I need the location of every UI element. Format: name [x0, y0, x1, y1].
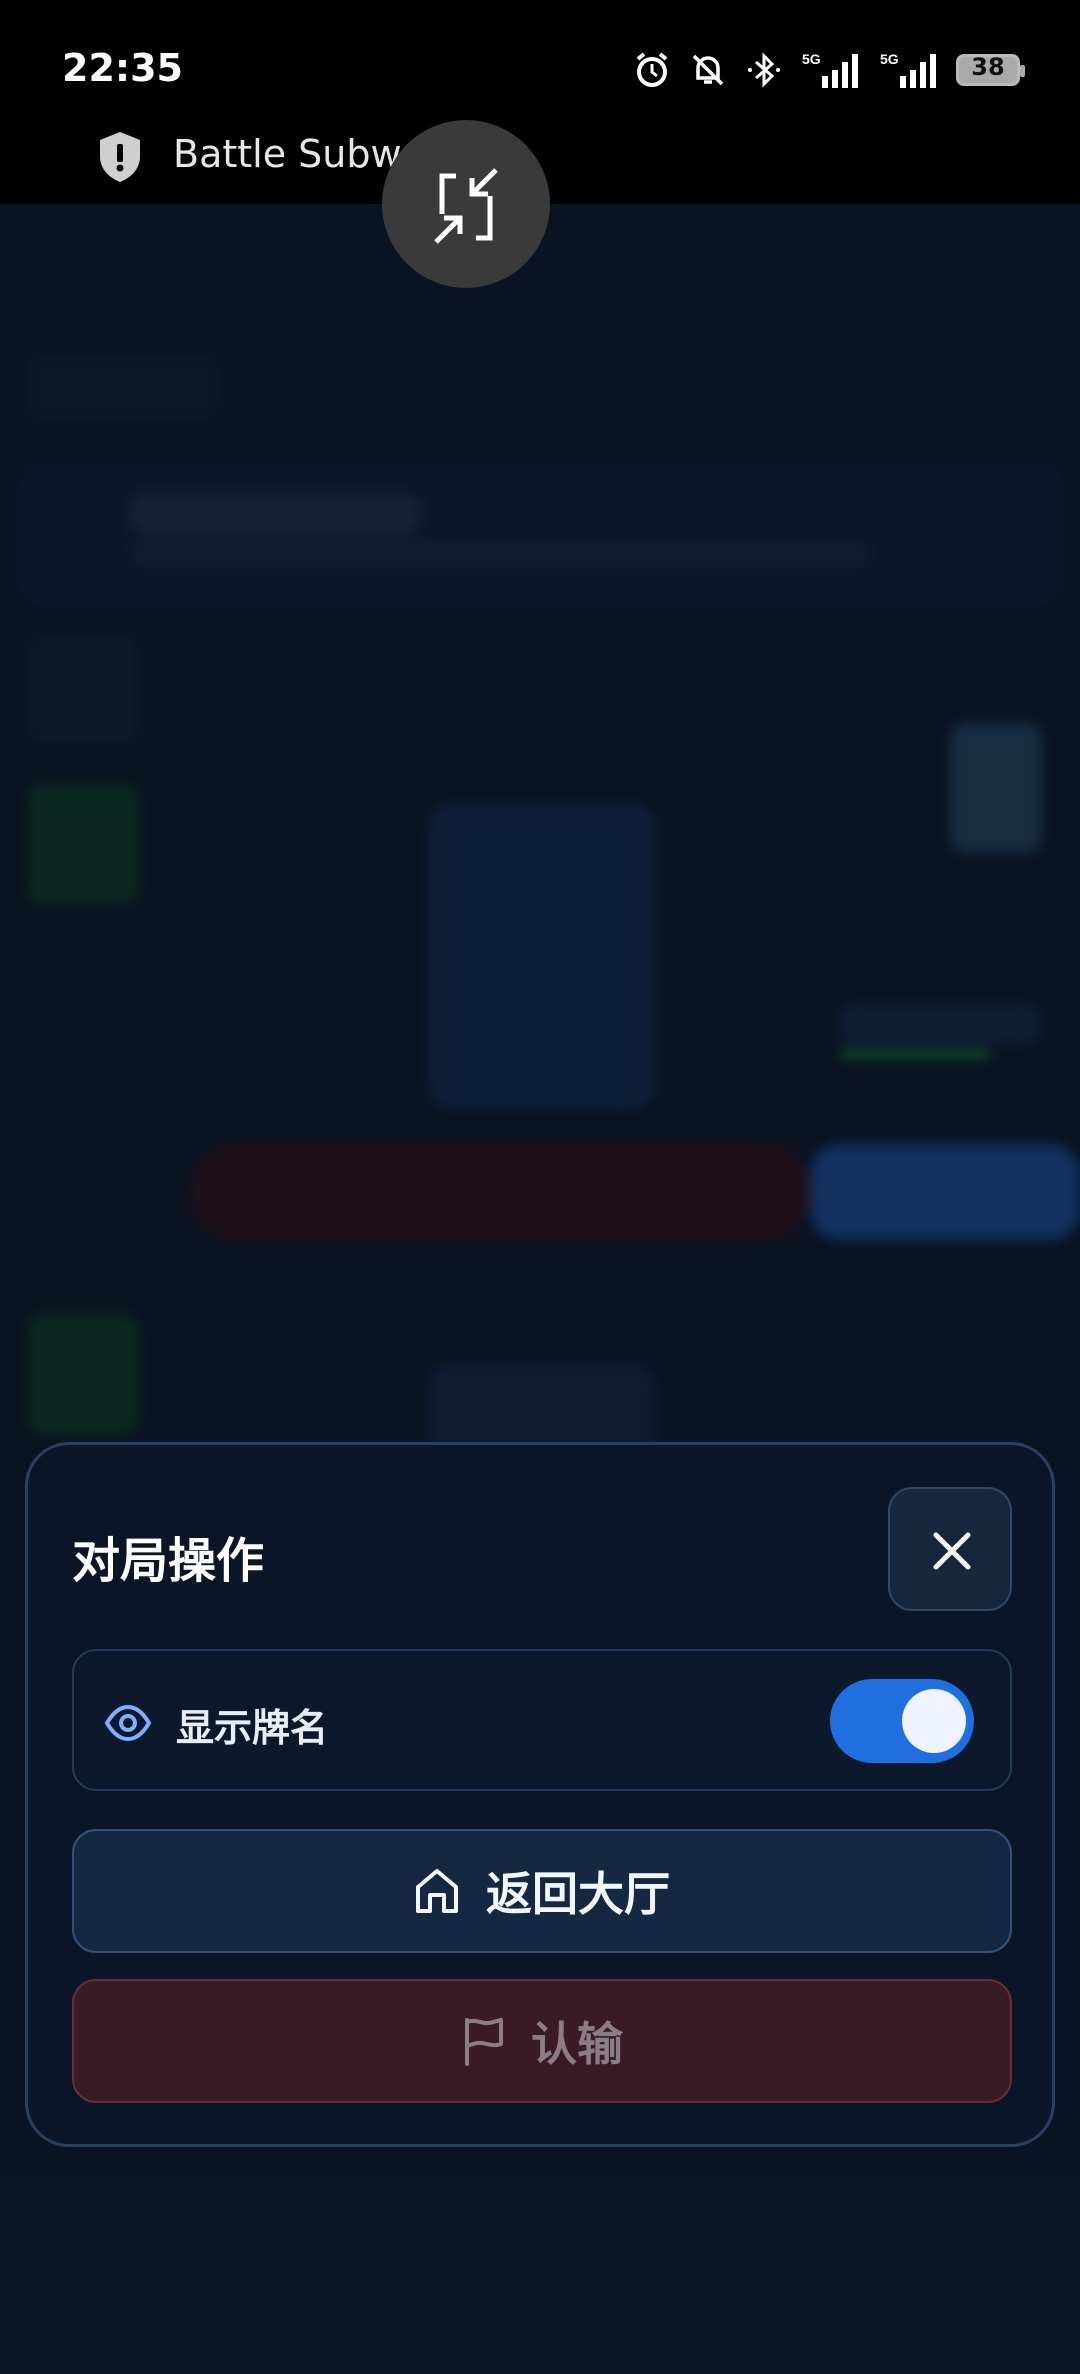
- signal-5g-icon: 5G: [802, 51, 858, 88]
- show-card-names-row[interactable]: 显示牌名: [72, 1649, 1012, 1791]
- minimize-icon: [434, 168, 498, 244]
- status-bar: 22:35 5G 5G 38: [0, 0, 1080, 140]
- floating-minimize-button[interactable]: [382, 120, 550, 288]
- flag-icon: [465, 2018, 503, 2066]
- surrender-label: 认输: [531, 2017, 623, 2071]
- bottom-area: [0, 2174, 1080, 2374]
- close-button[interactable]: [888, 1487, 1012, 1611]
- alarm-icon: [636, 52, 668, 87]
- show-card-names-label: 显示牌名: [176, 1706, 329, 1750]
- battery-icon: 38: [956, 53, 1025, 86]
- battery-level: 38: [971, 53, 1005, 81]
- mute-icon: [692, 54, 724, 86]
- status-icons: 5G 5G 38: [632, 50, 1025, 90]
- app-title: Battle Subwa: [173, 132, 425, 176]
- bluetooth-icon: [748, 52, 780, 88]
- close-icon: [933, 1532, 971, 1570]
- toggle-knob: [902, 1689, 966, 1753]
- show-card-names-toggle[interactable]: [830, 1679, 974, 1763]
- shield-icon: [100, 132, 140, 182]
- home-icon: [416, 1869, 458, 1913]
- surrender-button[interactable]: 认输: [72, 1979, 1012, 2103]
- eye-icon: [104, 1704, 152, 1742]
- svg-text:5G: 5G: [880, 51, 899, 67]
- modal-title: 对局操作: [72, 1533, 265, 1589]
- game-actions-modal: 对局操作 显示牌名 返回大厅 认输: [25, 1442, 1055, 2147]
- signal-5g-icon: 5G: [880, 51, 936, 88]
- return-lobby-button[interactable]: 返回大厅: [72, 1829, 1012, 1953]
- svg-text:5G: 5G: [802, 51, 821, 67]
- status-time: 22:35: [62, 46, 183, 90]
- return-lobby-label: 返回大厅: [486, 1867, 670, 1921]
